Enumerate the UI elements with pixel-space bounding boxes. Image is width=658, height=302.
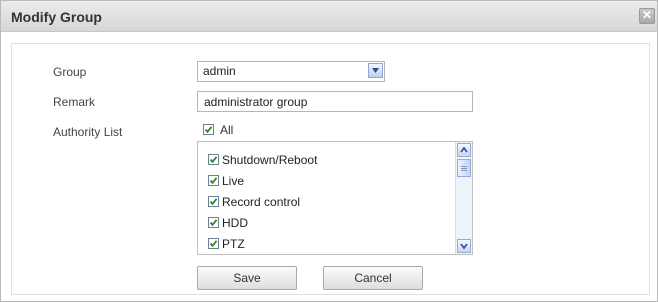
list-item[interactable]: HDD (208, 215, 248, 230)
group-select[interactable]: admin (197, 61, 385, 82)
list-item[interactable]: PTZ (208, 236, 245, 251)
dialog-titlebar: Modify Group ✕ (1, 1, 657, 32)
list-scrollbar[interactable] (455, 142, 472, 254)
group-select-value: admin (203, 64, 236, 78)
authority-item-label: HDD (222, 215, 248, 230)
authority-item-label: Shutdown/Reboot (222, 152, 318, 167)
checkmark-icon (209, 240, 218, 248)
checkmark-icon (209, 198, 218, 206)
authority-checkbox[interactable] (208, 217, 219, 229)
modify-group-dialog: Modify Group ✕ Group admin Remark Author… (0, 0, 658, 302)
all-label: All (220, 122, 234, 137)
authority-list[interactable]: Shutdown/Reboot Live Record control HDD … (197, 141, 473, 255)
authority-item-label: Record control (222, 194, 301, 209)
checkmark-icon (204, 126, 213, 134)
group-label: Group (53, 65, 87, 79)
chevron-down-icon[interactable] (368, 63, 383, 78)
remark-field[interactable] (202, 92, 470, 111)
checkmark-icon (209, 177, 218, 185)
authority-list-label: Authority List (53, 125, 123, 139)
remark-label: Remark (53, 95, 96, 109)
arrow-up-icon[interactable] (457, 143, 471, 157)
remark-field-wrapper (197, 91, 473, 112)
list-item[interactable]: Live (208, 173, 244, 188)
authority-item-label: Live (222, 173, 245, 188)
authority-item-label: PTZ (222, 236, 245, 251)
checkmark-icon (209, 219, 218, 227)
all-checkbox-row[interactable]: All (203, 122, 233, 137)
authority-checkbox[interactable] (208, 175, 219, 187)
list-item[interactable]: Record control (208, 194, 300, 209)
cancel-button[interactable]: Cancel (323, 266, 423, 290)
arrow-down-icon[interactable] (457, 239, 471, 253)
checkmark-icon (209, 156, 218, 164)
list-item[interactable]: Shutdown/Reboot (208, 152, 317, 167)
dialog-title: Modify Group (11, 9, 102, 25)
authority-checkbox[interactable] (208, 238, 219, 250)
save-button[interactable]: Save (197, 266, 297, 290)
authority-checkbox[interactable] (208, 196, 219, 208)
close-icon[interactable]: ✕ (639, 8, 655, 24)
scrollbar-thumb[interactable] (457, 159, 471, 177)
authority-checkbox[interactable] (208, 154, 219, 166)
all-checkbox[interactable] (203, 124, 214, 136)
